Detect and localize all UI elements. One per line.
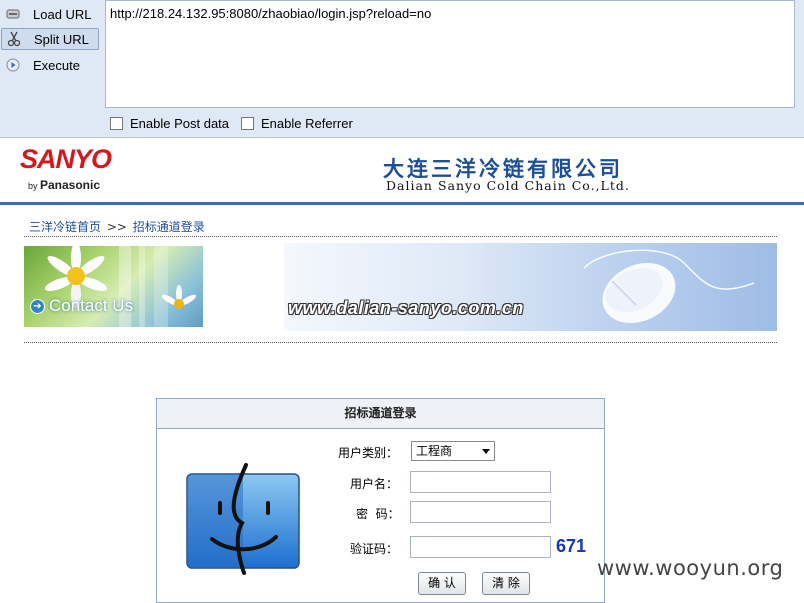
logo-by-text: by <box>28 181 38 191</box>
load-url-icon <box>5 6 21 22</box>
hackbar-toolbar: Load URL Split URL Execute http://218.24… <box>0 0 804 138</box>
split-url-label: Split URL <box>34 31 89 47</box>
dotted-divider <box>24 236 777 237</box>
header-divider <box>0 202 804 205</box>
execute-button[interactable]: Execute <box>1 54 99 76</box>
watermark: www.wooyun.org <box>597 556 784 580</box>
captcha-image-text: 671 <box>556 536 587 556</box>
confirm-button[interactable]: 确 认 <box>418 572 466 595</box>
password-input[interactable] <box>410 501 551 523</box>
dotted-divider <box>24 342 777 343</box>
breadcrumb-current[interactable]: 招标通道登录 <box>133 220 205 234</box>
load-url-button[interactable]: Load URL <box>1 3 99 25</box>
finder-icon <box>186 463 300 575</box>
panasonic-logo: Panasonic <box>40 178 101 192</box>
password-label: 密 码： <box>356 507 400 521</box>
user-type-label: 用户类别： <box>338 446 399 460</box>
captcha-label: 验证码： <box>350 542 399 556</box>
contact-us-link[interactable]: ➔ Contact Us <box>30 296 133 316</box>
company-name-en: Dalian Sanyo Cold Chain Co.,Ltd. <box>386 178 630 193</box>
execute-label: Execute <box>33 57 80 73</box>
username-input[interactable] <box>410 471 551 493</box>
enable-referrer-label: Enable Referrer <box>261 116 353 131</box>
user-type-value: 工程商 <box>416 444 453 458</box>
dropdown-arrow-icon <box>482 449 490 454</box>
enable-referrer-checkbox[interactable]: Enable Referrer <box>241 116 353 131</box>
website-banner: www.dalian-sanyo.com.cn <box>284 243 777 331</box>
login-panel: 招标通道登录 用户类别： 工程商 用户名： 密 码： 验证码： 671 确 认 … <box>156 398 605 603</box>
enable-post-label: Enable Post data <box>130 116 230 131</box>
play-icon <box>5 57 21 73</box>
url-textarea[interactable]: http://218.24.132.95:8080/zhaobiao/login… <box>105 0 795 108</box>
clear-button[interactable]: 清 除 <box>482 572 530 595</box>
username-label: 用户名： <box>350 477 399 491</box>
user-type-select[interactable]: 工程商 <box>411 441 495 461</box>
checkbox-box[interactable] <box>241 117 254 130</box>
contact-banner[interactable]: ➔ Contact Us <box>24 246 203 327</box>
load-url-label: Load URL <box>33 6 92 22</box>
contact-us-label: Contact Us <box>49 296 134 315</box>
captcha-input[interactable] <box>410 536 551 558</box>
breadcrumb-separator: >> <box>106 220 127 234</box>
sanyo-logo: SANYO <box>20 144 112 174</box>
arrow-right-icon: ➔ <box>30 298 45 314</box>
scissors-icon <box>6 31 22 47</box>
website-address: www.dalian-sanyo.com.cn <box>288 298 524 318</box>
login-title: 招标通道登录 <box>157 399 604 429</box>
breadcrumb: 三洋冷链首页 >> 招标通道登录 <box>29 218 205 235</box>
enable-post-checkbox[interactable]: Enable Post data <box>110 116 229 131</box>
checkbox-box[interactable] <box>110 117 123 130</box>
split-url-button[interactable]: Split URL <box>1 28 99 50</box>
breadcrumb-home-link[interactable]: 三洋冷链首页 <box>29 220 101 234</box>
